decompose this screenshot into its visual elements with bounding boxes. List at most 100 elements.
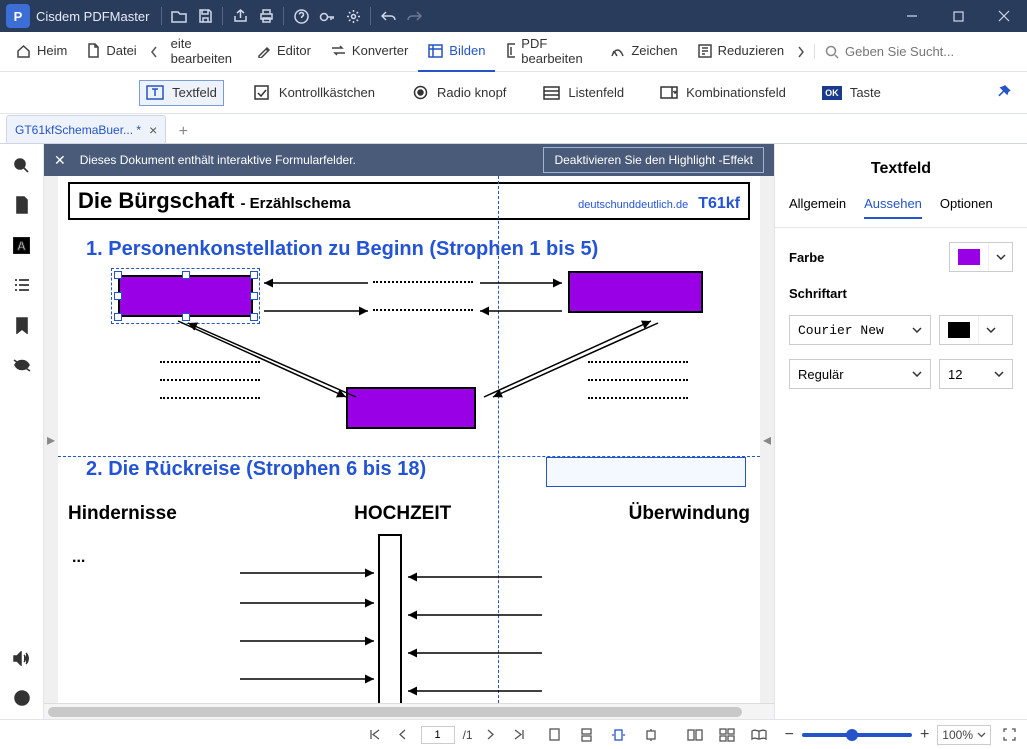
help-icon[interactable] (288, 0, 314, 32)
app-logo: P (6, 4, 30, 28)
tool-kontrollkaestchen[interactable]: Kontrollkästchen (246, 80, 382, 106)
tab-konverter[interactable]: Konverter (321, 32, 418, 72)
fullscreen-icon[interactable] (999, 725, 1019, 745)
sound-icon[interactable] (11, 647, 33, 669)
combobox-icon (660, 85, 678, 101)
document-area: ✕ Dieses Dokument enthält interaktive Fo… (44, 144, 774, 719)
tab-pdf-bearbeiten[interactable]: PDF bearbeiten (495, 32, 600, 72)
resize-handle[interactable] (182, 271, 190, 279)
two-page-continuous-icon[interactable] (717, 725, 737, 745)
continuous-view-icon[interactable] (577, 725, 597, 745)
minimize-button[interactable] (889, 0, 935, 32)
resize-handle[interactable] (250, 271, 258, 279)
maximize-button[interactable] (935, 0, 981, 32)
properties-title: Textfeld (775, 144, 1027, 196)
textfield-icon (146, 85, 164, 101)
key-icon[interactable] (314, 0, 340, 32)
search-input[interactable] (845, 44, 1021, 59)
zoom-slider-handle[interactable] (846, 729, 858, 741)
next-page-icon[interactable] (481, 725, 501, 745)
bookmark-panel-icon[interactable] (11, 314, 33, 336)
font-family-dropdown[interactable]: Courier New (789, 315, 931, 345)
tab-heim[interactable]: Heim (6, 32, 77, 72)
search-panel-icon[interactable] (11, 154, 33, 176)
color-dropdown[interactable] (949, 242, 1013, 272)
ptab-allgemein[interactable]: Allgemein (789, 196, 846, 219)
close-button[interactable] (981, 0, 1027, 32)
chevron-down-icon (978, 316, 1002, 344)
document-tab-label: GT61kfSchemaBuer... * (15, 123, 141, 137)
save-icon[interactable] (192, 0, 218, 32)
scroll-left-icon[interactable] (147, 32, 161, 72)
form-field[interactable] (568, 271, 703, 313)
print-icon[interactable] (253, 0, 279, 32)
tab-seite-bearbeiten[interactable]: eite bearbeiten (161, 32, 247, 72)
status-bar: /1 − + 100% (0, 719, 1027, 749)
toolbar-search[interactable] (814, 44, 1021, 59)
zoom-slider[interactable] (802, 733, 912, 737)
ptab-aussehen[interactable]: Aussehen (864, 196, 922, 219)
arrow-icon (260, 305, 370, 317)
undo-icon[interactable] (375, 0, 401, 32)
outline-panel-icon[interactable] (11, 274, 33, 296)
settings-icon[interactable] (340, 0, 366, 32)
tool-taste[interactable]: OKTaste (815, 80, 888, 105)
add-tab-button[interactable]: + (172, 121, 194, 143)
tab-datei[interactable]: Datei (77, 32, 146, 72)
banner-close-icon[interactable]: ✕ (54, 152, 66, 169)
fit-width-icon[interactable] (609, 725, 629, 745)
prev-page-icon[interactable] (393, 725, 413, 745)
form-field-selected[interactable] (118, 275, 253, 317)
font-size-dropdown[interactable]: 12 (939, 359, 1013, 389)
subhead-hindernisse: Hindernisse (68, 503, 177, 525)
pages-panel-icon[interactable] (11, 194, 33, 216)
horizontal-scrollbar[interactable] (44, 703, 774, 719)
zoom-level-dropdown[interactable]: 100% (937, 725, 991, 745)
redact-panel-icon[interactable] (11, 354, 33, 376)
color-swatch (958, 249, 980, 265)
pin-icon[interactable] (995, 84, 1013, 102)
ptab-optionen[interactable]: Optionen (940, 196, 993, 219)
tool-radio-knopf[interactable]: Radio knopf (404, 80, 513, 106)
pdf-page[interactable]: Die Bürgschaft - Erzählschema deutschund… (58, 176, 760, 703)
resize-handle[interactable] (114, 271, 122, 279)
collapse-right-icon[interactable]: ◂ (760, 176, 774, 703)
first-page-icon[interactable] (365, 725, 385, 745)
tool-textfeld[interactable]: Textfeld (139, 80, 224, 106)
read-mode-icon[interactable] (749, 725, 769, 745)
close-tab-icon[interactable]: × (149, 122, 157, 138)
banner-action-button[interactable]: Deaktivieren Sie den Highlight -Effekt (543, 147, 764, 173)
page-site-link[interactable]: deutschunddeutlich.de (578, 199, 688, 211)
arrow-icon (238, 568, 378, 578)
resize-handle[interactable] (250, 292, 258, 300)
form-field-outline[interactable] (546, 457, 746, 487)
font-style-dropdown[interactable]: Regulär (789, 359, 931, 389)
zoom-in-icon[interactable]: + (920, 726, 929, 744)
form-fields-banner: ✕ Dieses Dokument enthält interaktive Fo… (44, 144, 774, 176)
fit-page-icon[interactable] (641, 725, 661, 745)
scroll-right-icon[interactable] (794, 32, 808, 72)
open-icon[interactable] (166, 0, 192, 32)
zoom-out-icon[interactable]: − (785, 726, 794, 744)
tool-listenfeld[interactable]: Listenfeld (535, 80, 631, 106)
resize-handle[interactable] (114, 292, 122, 300)
tab-zeichen[interactable]: Zeichen (600, 32, 687, 72)
last-page-icon[interactable] (509, 725, 529, 745)
font-color-dropdown[interactable] (939, 315, 1013, 345)
page-number-input[interactable] (421, 726, 455, 744)
document-tab[interactable]: GT61kfSchemaBuer... * × (6, 115, 166, 143)
text-panel-icon[interactable]: A (11, 234, 33, 256)
redo-icon[interactable] (401, 0, 427, 32)
tab-reduzieren[interactable]: Reduzieren (688, 32, 795, 72)
resize-handle[interactable] (114, 313, 122, 321)
tab-bilden[interactable]: Bilden (418, 32, 495, 72)
single-page-view-icon[interactable] (545, 725, 565, 745)
share-icon[interactable] (227, 0, 253, 32)
arrow-icon (260, 277, 370, 289)
tool-kombinationsfeld[interactable]: Kombinationsfeld (653, 80, 793, 106)
tab-editor[interactable]: Editor (247, 32, 321, 72)
info-icon[interactable] (11, 687, 33, 709)
two-page-view-icon[interactable] (685, 725, 705, 745)
main-toolbar: Heim Datei eite bearbeiten Editor Konver… (0, 32, 1027, 72)
collapse-left-icon[interactable]: ▸ (44, 176, 58, 703)
